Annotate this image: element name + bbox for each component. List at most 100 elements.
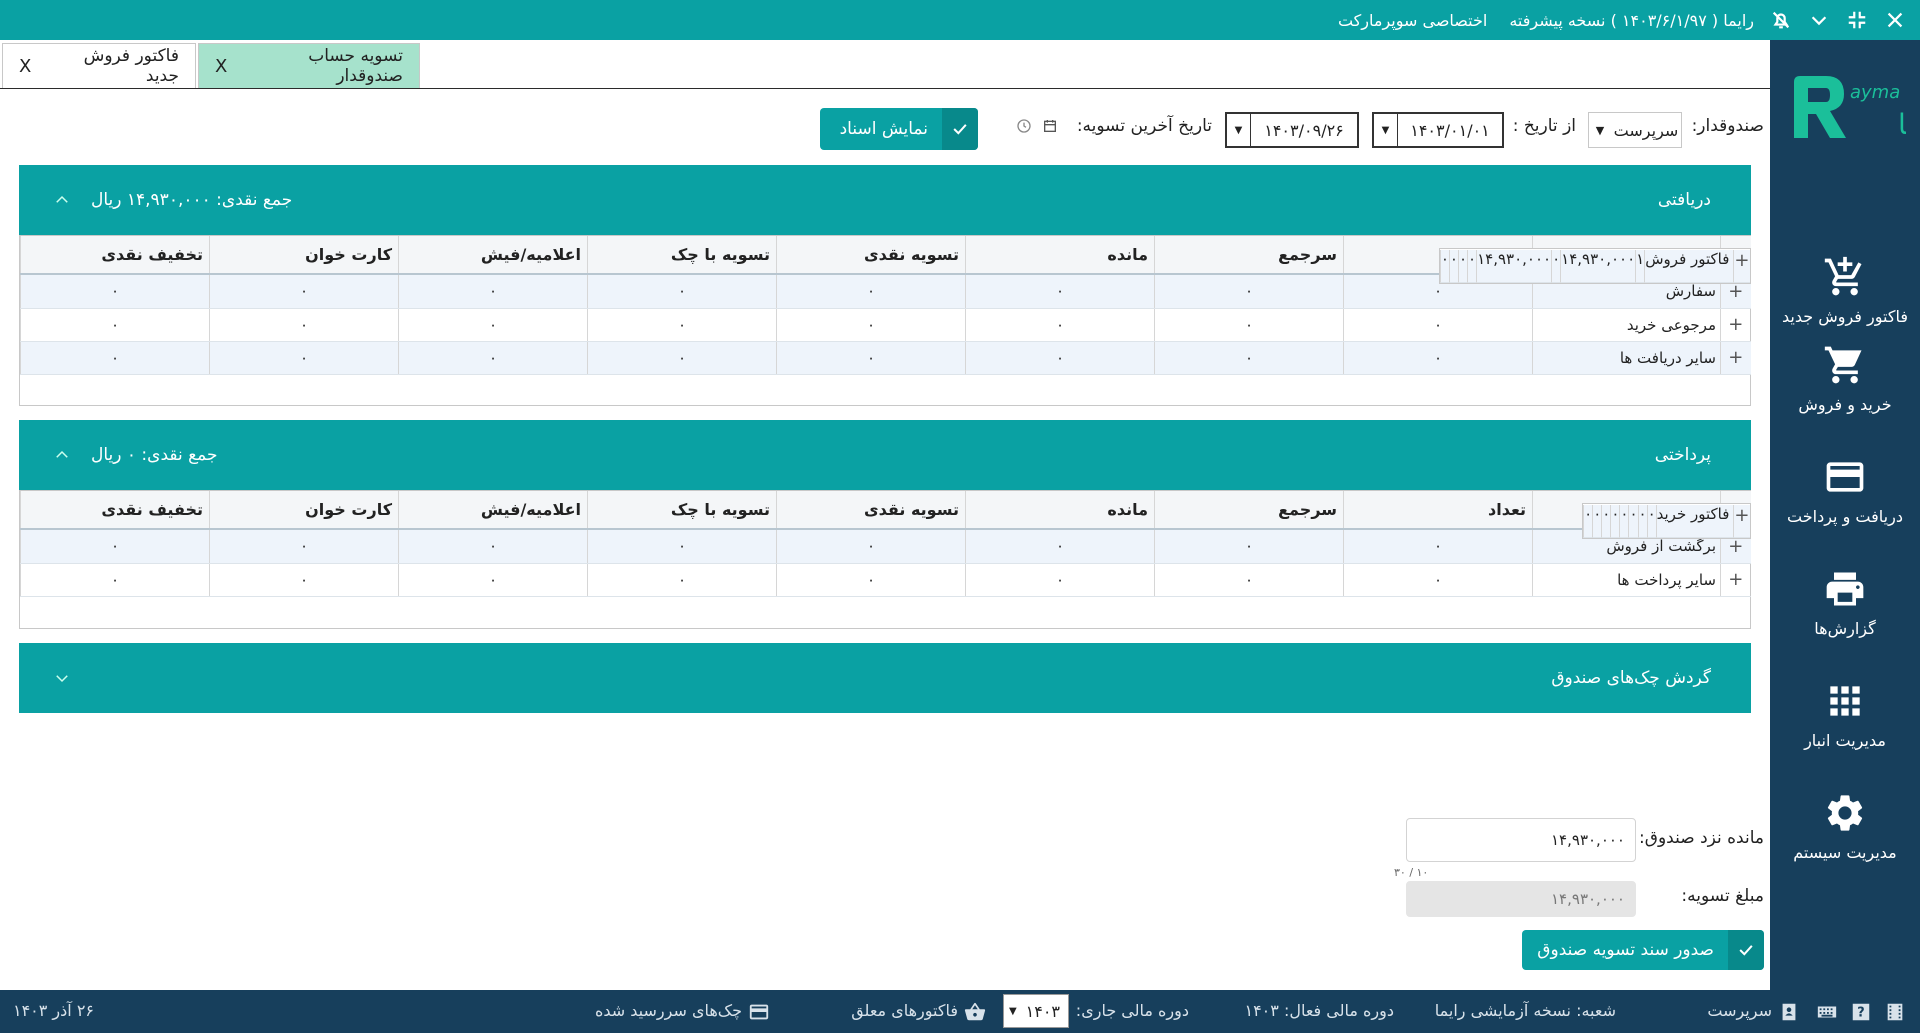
filters-row: صندوقدار: سرپرست ▼ از تاریخ : ۱۴۰۳/۰۱/۰۱…	[12, 100, 1764, 160]
tab-new-sales-invoice[interactable]: فاکتور فروش جدید X	[2, 43, 196, 88]
keyboard-icon[interactable]	[1816, 1001, 1838, 1023]
cell-card: ۰	[1592, 504, 1602, 538]
film-icon[interactable]	[1884, 1001, 1906, 1023]
cashier-value: سرپرست	[1613, 120, 1679, 140]
table-row[interactable]: + سایر پرداخت ها ۰ ۰ ۰ ۰ ۰ ۰ ۰ ۰	[20, 563, 1751, 597]
cell-cash: ۱۴,۹۳۰,۰۰۰	[1476, 249, 1552, 283]
col-header[interactable]: مانده	[965, 491, 1155, 530]
cell-slip: ۰	[398, 530, 588, 564]
char-counter: ۳۰ / ۱۰	[1394, 866, 1429, 879]
printer-icon	[1826, 572, 1864, 605]
balance-field[interactable]: ۱۴,۹۳۰,۰۰۰	[1406, 818, 1636, 862]
col-header[interactable]: کارت خوان	[209, 236, 399, 275]
table-row[interactable]: + مرجوعی خرید ۰ ۰ ۰ ۰ ۰ ۰ ۰ ۰	[20, 308, 1751, 342]
checks-title: گردش چک‌های صندوق	[1551, 668, 1711, 688]
close-icon[interactable]	[1880, 5, 1910, 35]
cell-card: ۰	[209, 530, 399, 564]
cell-type: فاکتور خرید	[1655, 504, 1734, 538]
cell-count: ۰	[1343, 341, 1533, 375]
col-header[interactable]: کارت خوان	[209, 491, 399, 530]
cashier-select[interactable]: سرپرست ▼	[1588, 112, 1682, 148]
sidebar-item-buy-sell[interactable]: خرید و فروش	[1770, 328, 1920, 428]
cell-count: ۰	[1343, 530, 1533, 564]
logo-text-fa: رایما	[1898, 108, 1906, 141]
cell-card: ۰	[209, 563, 399, 597]
cell-total: ۰	[1154, 563, 1344, 597]
cell-slip: ۰	[398, 563, 588, 597]
date-dropdown-icon[interactable]: ▼	[1374, 114, 1398, 146]
sidebar-item-reports[interactable]: گزارش‌ها	[1770, 552, 1920, 652]
tab-close-button[interactable]: X	[215, 56, 227, 77]
expand-row-button[interactable]: +	[1720, 308, 1751, 342]
table-row[interactable]: + فاکتور فروش ۱ ۱۴,۹۳۰,۰۰۰ ۰ ۱۴,۹۳۰,۰۰۰ …	[1438, 248, 1751, 284]
issue-settlement-button[interactable]: صدور سند تسویه صندوق	[1522, 930, 1764, 970]
chevron-down-icon[interactable]	[1804, 5, 1834, 35]
sidebar-item-new-sales-invoice[interactable]: فاکتور فروش جدید	[1770, 240, 1920, 340]
receipts-panel-header[interactable]: دریافتی جمع نقدی: ۱۴,۹۳۰,۰۰۰ ریال	[19, 165, 1751, 235]
col-header[interactable]: تعداد	[1343, 491, 1533, 530]
cell-card: ۰	[209, 275, 399, 309]
col-header[interactable]: سرجمع	[1154, 236, 1344, 275]
notifications-off-icon[interactable]	[1766, 5, 1796, 35]
col-header[interactable]: اعلامیه/فیش	[398, 236, 588, 275]
payments-title: پرداختی	[1654, 445, 1711, 465]
tab-close-button[interactable]: X	[19, 56, 31, 77]
col-header[interactable]: تخفیف نقدی	[20, 491, 210, 530]
tabs-bar: تسویه حساب صندوقدار X فاکتور فروش جدید X	[0, 40, 1770, 89]
col-header[interactable]: تخفیف نقدی	[20, 236, 210, 275]
col-header[interactable]: تسویه با چک	[587, 491, 777, 530]
cell-check: ۰	[1610, 504, 1620, 538]
pending-invoices-link[interactable]: فاکتورهای معلق	[851, 1001, 958, 1020]
sidebar-item-warehouse[interactable]: مدیریت انبار	[1770, 664, 1920, 764]
chevron-up-icon[interactable]	[53, 446, 71, 464]
help-icon[interactable]: ?	[1850, 1001, 1872, 1023]
check-icon	[942, 108, 978, 150]
cell-cash: ۰	[776, 308, 966, 342]
cell-type: سایر پرداخت ها	[1532, 563, 1721, 597]
sidebar-item-label: مدیریت سیستم	[1793, 842, 1897, 862]
date-dropdown-icon[interactable]: ▼	[1227, 114, 1251, 146]
col-header[interactable]: اعلامیه/فیش	[398, 491, 588, 530]
cell-discount: ۰	[20, 275, 210, 309]
basket-icon[interactable]	[964, 1001, 986, 1023]
to-date-input[interactable]: ۱۴۰۳/۰۹/۲۶ ▼	[1225, 112, 1359, 148]
col-header[interactable]: تسویه نقدی	[776, 491, 966, 530]
col-header[interactable]: مانده	[965, 236, 1155, 275]
expand-row-button[interactable]: +	[1720, 563, 1751, 597]
checks-panel-header[interactable]: گردش چک‌های صندوق	[19, 643, 1751, 713]
table-row[interactable]: + برگشت از فروش ۰ ۰ ۰ ۰ ۰ ۰ ۰ ۰	[20, 530, 1751, 564]
cashier-label: صندوقدار:	[1691, 116, 1764, 136]
cell-check: ۰	[587, 308, 777, 342]
payments-panel-header[interactable]: پرداختی جمع نقدی: ۰ ریال	[19, 420, 1751, 490]
receipts-title: دریافتی	[1657, 190, 1711, 210]
receipts-table: نوع سند تعداد سرجمع مانده تسویه نقدی تسو…	[20, 236, 1751, 375]
col-header[interactable]: تسویه با چک	[587, 236, 777, 275]
due-checks-link[interactable]: چک‌های سررسید شده	[595, 1001, 742, 1020]
card-icon[interactable]	[748, 1001, 770, 1023]
from-date-input[interactable]: ۱۴۰۳/۰۱/۰۱ ▼	[1372, 112, 1504, 148]
collapse-icon[interactable]	[1842, 5, 1872, 35]
expand-row-button[interactable]: +	[1720, 341, 1751, 375]
tab-cashier-settlement[interactable]: تسویه حساب صندوقدار X	[198, 43, 420, 88]
settle-amount-label: مبلغ تسویه:	[1681, 886, 1764, 906]
sidebar-item-system[interactable]: مدیریت سیستم	[1770, 776, 1920, 876]
cell-discount: ۰	[1439, 249, 1449, 283]
cell-check: ۰	[587, 530, 777, 564]
cell-count: ۱	[1635, 249, 1645, 283]
status-branch: شعبه: نسخه آزمایشی رایما	[1434, 1001, 1616, 1020]
col-header[interactable]: سرجمع	[1154, 491, 1344, 530]
sidebar-item-receive-pay[interactable]: دریافت و پرداخت	[1770, 440, 1920, 540]
grid-icon	[1830, 685, 1860, 716]
expand-row-button[interactable]: +	[1733, 504, 1750, 538]
show-documents-button[interactable]: نمایش اسناد	[820, 108, 978, 150]
col-header[interactable]: تسویه نقدی	[776, 236, 966, 275]
chevron-up-icon[interactable]	[53, 191, 71, 209]
current-period-select[interactable]: ۱۴۰۳ ▼	[1003, 994, 1069, 1028]
rayma-logo: ayma رایما	[1786, 70, 1920, 150]
table-row[interactable]: + فاکتور خرید ۰ ۰ ۰ ۰ ۰ ۰ ۰ ۰	[1582, 503, 1751, 539]
expand-row-button[interactable]: +	[1733, 249, 1750, 283]
cell-count: ۰	[1343, 308, 1533, 342]
chevron-down-icon[interactable]	[53, 669, 71, 687]
table-row[interactable]: + سایر دریافت ها ۰ ۰ ۰ ۰ ۰ ۰ ۰ ۰	[20, 341, 1751, 375]
sidebar-item-label: گزارش‌ها	[1814, 618, 1876, 638]
